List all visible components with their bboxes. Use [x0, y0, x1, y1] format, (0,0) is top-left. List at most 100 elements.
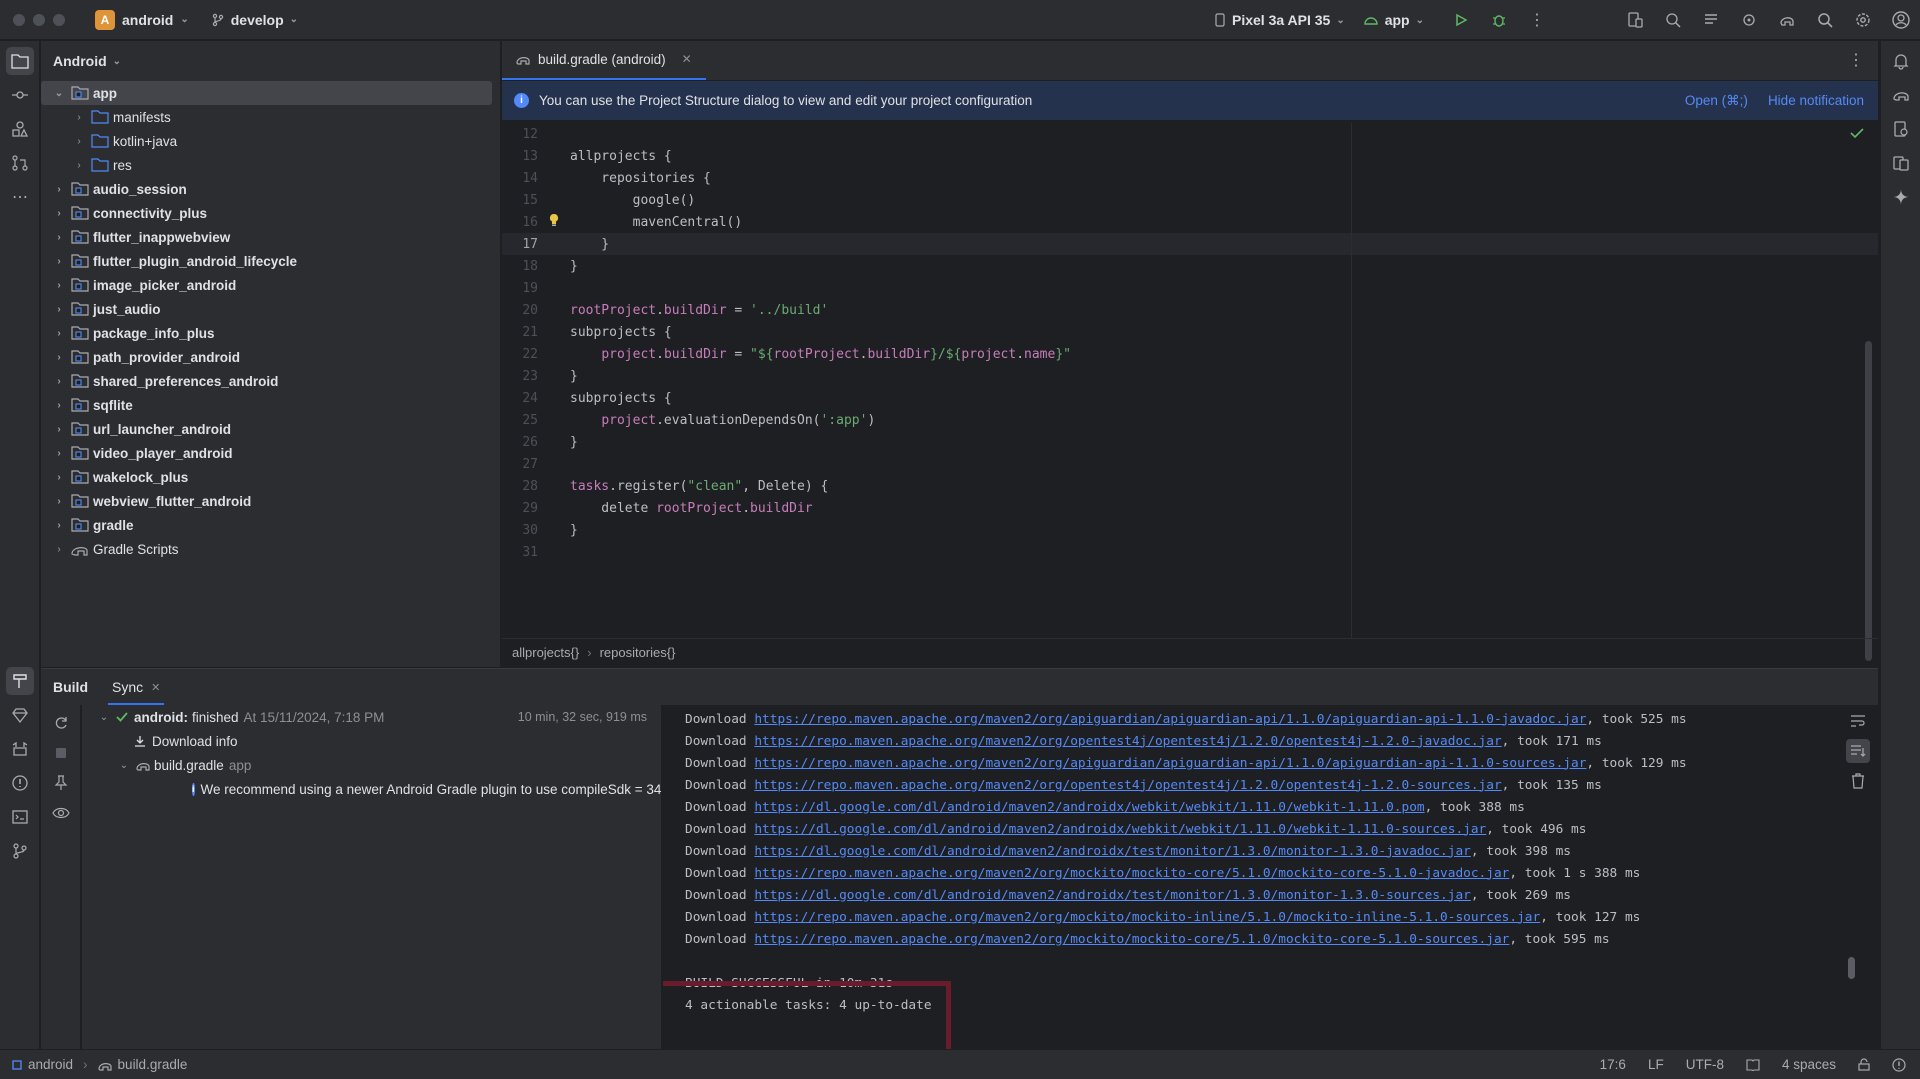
lock-icon[interactable]: [1858, 1058, 1870, 1071]
chevron-right-icon[interactable]: ›: [51, 280, 67, 291]
indent-setting[interactable]: 4 spaces: [1782, 1057, 1836, 1072]
tree-item-gradle[interactable]: › gradle: [41, 513, 500, 537]
tree-item-video-player-android[interactable]: › video_player_android: [41, 441, 500, 465]
code-line[interactable]: 27: [502, 453, 1878, 475]
chevron-right-icon[interactable]: ›: [51, 184, 67, 195]
chevron-right-icon[interactable]: ›: [51, 304, 67, 315]
logcat-tool-button[interactable]: [6, 735, 34, 763]
more-tool-windows-button[interactable]: ⋯: [6, 183, 34, 211]
chevron-right-icon[interactable]: ›: [51, 520, 67, 531]
console-vertical-scrollbar[interactable]: [1848, 957, 1855, 979]
project-switcher[interactable]: A android ⌄: [95, 9, 189, 30]
chevron-down-icon[interactable]: ⌄: [51, 88, 67, 99]
chevron-right-icon[interactable]: ›: [51, 208, 67, 219]
tree-item-manifests[interactable]: › manifests: [41, 105, 500, 129]
code-line[interactable]: 15 google(): [502, 189, 1878, 211]
status-crumb-file[interactable]: build.gradle: [118, 1057, 188, 1072]
artifact-link[interactable]: https://repo.maven.apache.org/maven2/org…: [754, 756, 1586, 771]
run-button[interactable]: [1442, 4, 1480, 36]
artifact-link[interactable]: https://repo.maven.apache.org/maven2/org…: [754, 712, 1586, 727]
code-line[interactable]: 19: [502, 277, 1878, 299]
chevron-right-icon[interactable]: ›: [51, 448, 67, 459]
code-line[interactable]: 12: [502, 123, 1878, 145]
build-console-output[interactable]: Download https://repo.maven.apache.org/m…: [663, 705, 1838, 1050]
commit-tool-button[interactable]: [6, 81, 34, 109]
artifact-link[interactable]: https://repo.maven.apache.org/maven2/org…: [754, 910, 1540, 925]
tree-item-webview-flutter-android[interactable]: › webview_flutter_android: [41, 489, 500, 513]
clear-console-button[interactable]: [1846, 769, 1870, 793]
tree-item-gradle-scripts[interactable]: › Gradle Scripts: [41, 537, 500, 561]
chevron-right-icon[interactable]: ›: [51, 232, 67, 243]
project-view-selector[interactable]: Android ⌄: [41, 41, 500, 81]
gemini-tool-button[interactable]: [6, 701, 34, 729]
breadcrumb-allprojects[interactable]: allprojects{}: [512, 645, 579, 660]
editor-vertical-scrollbar[interactable]: [1865, 341, 1872, 661]
device-explorer-button[interactable]: [1887, 115, 1915, 143]
soft-wrap-button[interactable]: [1846, 709, 1870, 733]
build-tool-button[interactable]: [6, 667, 34, 695]
file-encoding[interactable]: UTF-8: [1686, 1057, 1724, 1072]
device-manager-button[interactable]: [1616, 4, 1654, 36]
code-line[interactable]: 28 tasks.register("clean", Delete) {: [502, 475, 1878, 497]
debug-button[interactable]: [1480, 4, 1518, 36]
plugins-button[interactable]: [1730, 4, 1768, 36]
artifact-link[interactable]: https://repo.maven.apache.org/maven2/org…: [754, 932, 1509, 947]
chevron-right-icon[interactable]: ›: [51, 256, 67, 267]
tree-item-app[interactable]: ⌄ app: [41, 81, 492, 105]
code-line[interactable]: 25 project.evaluationDependsOn(':app'): [502, 409, 1878, 431]
chevron-right-icon[interactable]: ›: [51, 328, 67, 339]
resource-manager-button[interactable]: [6, 115, 34, 143]
tree-item-package-info-plus[interactable]: › package_info_plus: [41, 321, 500, 345]
open-project-structure-link[interactable]: Open (⌘;): [1685, 93, 1748, 109]
device-selector[interactable]: Pixel 3a API 35 ⌄: [1214, 12, 1345, 28]
artifact-link[interactable]: https://dl.google.com/dl/android/maven2/…: [754, 888, 1471, 903]
tree-item-url-launcher-android[interactable]: › url_launcher_android: [41, 417, 500, 441]
breadcrumb-repositories[interactable]: repositories{}: [600, 645, 676, 660]
tree-item-wakelock-plus[interactable]: › wakelock_plus: [41, 465, 500, 489]
code-line[interactable]: 21 subprojects {: [502, 321, 1878, 343]
gradle-tool-button[interactable]: [1887, 81, 1915, 109]
status-crumb-project[interactable]: android: [28, 1057, 73, 1072]
account-button[interactable]: [1882, 4, 1920, 36]
download-info-row[interactable]: Download info: [82, 729, 661, 753]
tree-item-flutter-plugin-android-lifecycle[interactable]: › flutter_plugin_android_lifecycle: [41, 249, 500, 273]
close-tab-icon[interactable]: ✕: [682, 52, 692, 66]
artifact-link[interactable]: https://dl.google.com/dl/android/maven2/…: [754, 822, 1486, 837]
build-gradle-row[interactable]: ⌄ build.gradle app: [82, 753, 661, 777]
code-line[interactable]: 31: [502, 541, 1878, 563]
chevron-right-icon[interactable]: ›: [71, 112, 87, 123]
version-control-button[interactable]: [6, 837, 34, 865]
tab-sync[interactable]: Sync ✕: [107, 669, 165, 705]
tree-item-shared-preferences-android[interactable]: › shared_preferences_android: [41, 369, 500, 393]
minimize-window-button[interactable]: [33, 13, 45, 26]
artifact-link[interactable]: https://dl.google.com/dl/android/maven2/…: [754, 800, 1424, 815]
line-ending[interactable]: LF: [1648, 1057, 1664, 1072]
editor-tab-build-gradle[interactable]: build.gradle (android) ✕: [502, 40, 706, 80]
tree-item-image-picker-android[interactable]: › image_picker_android: [41, 273, 500, 297]
terminal-tool-button[interactable]: [6, 803, 34, 831]
chevron-right-icon[interactable]: ›: [51, 376, 67, 387]
branch-switcher[interactable]: develop ⌄: [211, 12, 298, 28]
notifications-button[interactable]: [1887, 47, 1915, 75]
tree-item-path-provider-android[interactable]: › path_provider_android: [41, 345, 500, 369]
chevron-right-icon[interactable]: ›: [51, 352, 67, 363]
chevron-right-icon[interactable]: ›: [51, 544, 67, 555]
code-line[interactable]: 29 delete rootProject.buildDir: [502, 497, 1878, 519]
code-line[interactable]: 24 subprojects {: [502, 387, 1878, 409]
stop-button[interactable]: [49, 741, 73, 765]
maximize-window-button[interactable]: [53, 13, 65, 26]
code-line[interactable]: 17 }: [502, 233, 1878, 255]
artifact-link[interactable]: https://repo.maven.apache.org/maven2/org…: [754, 866, 1509, 881]
sync-gradle-button[interactable]: [1768, 4, 1806, 36]
tree-item-res[interactable]: › res: [41, 153, 500, 177]
code-line[interactable]: 14 repositories {: [502, 167, 1878, 189]
tree-item-kotlin-java[interactable]: › kotlin+java: [41, 129, 500, 153]
recommendation-row[interactable]: i We recommend using a newer Android Gra…: [82, 777, 661, 801]
resync-button[interactable]: [49, 711, 73, 735]
pull-requests-button[interactable]: [6, 149, 34, 177]
tab-build[interactable]: Build: [53, 669, 88, 705]
pin-button[interactable]: [49, 771, 73, 795]
chevron-right-icon[interactable]: ›: [51, 400, 67, 411]
tree-item-just-audio[interactable]: › just_audio: [41, 297, 500, 321]
settings-button[interactable]: [1844, 4, 1882, 36]
